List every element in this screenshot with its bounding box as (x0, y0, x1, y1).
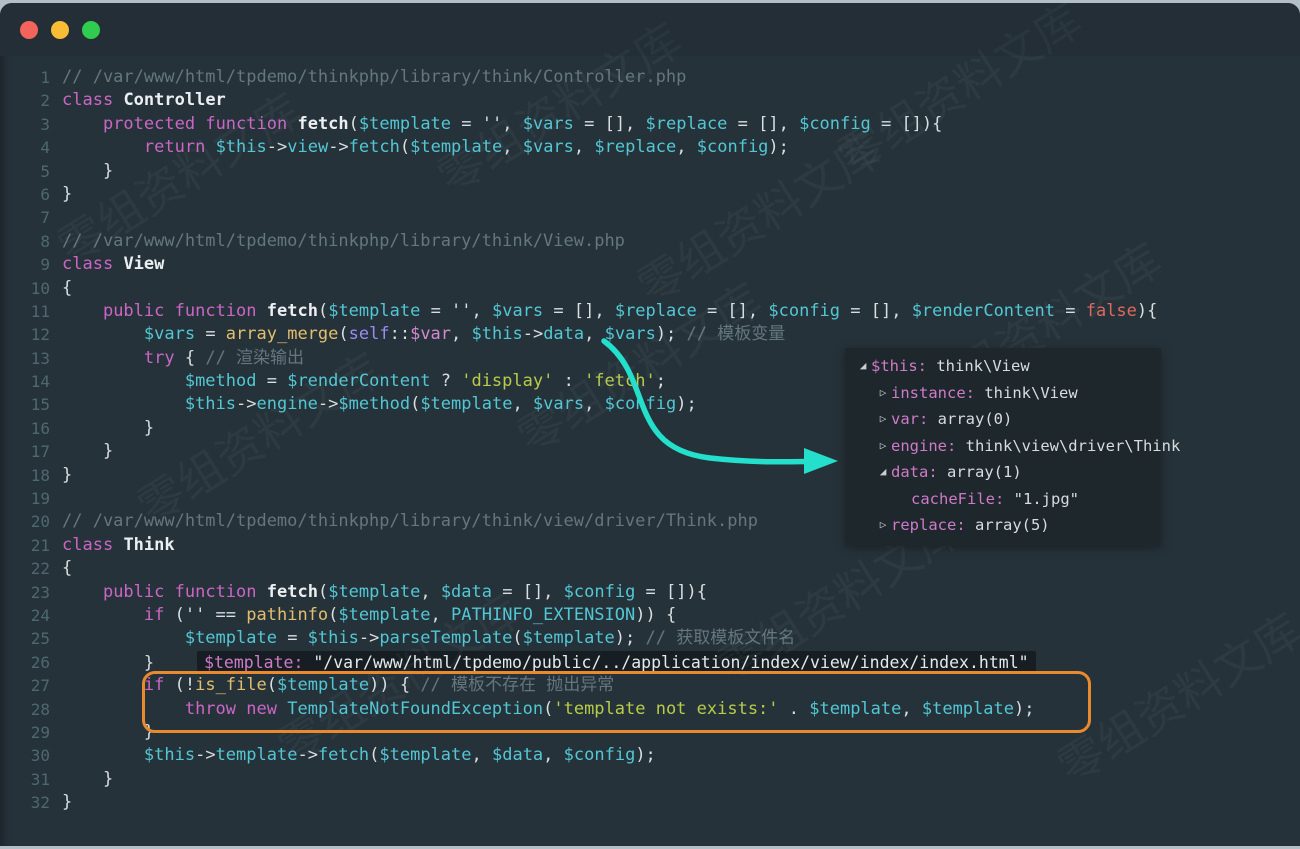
debug-variable-tooltip[interactable]: ◢$this: think\View▷instance: think\View▷… (845, 348, 1161, 546)
line-number: 12 (0, 323, 50, 346)
code-line: 1// /var/www/html/tpdemo/thinkphp/librar… (0, 66, 1300, 89)
collapsed-triangle-icon[interactable]: ▷ (875, 380, 891, 407)
tooltip-key: $this: (871, 353, 927, 380)
line-number: 5 (0, 160, 50, 183)
line-number: 21 (0, 534, 50, 557)
code-line: 23 public function fetch($template, $dat… (0, 581, 1300, 604)
tooltip-key: data: (891, 459, 938, 486)
line-number: 2 (0, 89, 50, 112)
collapsed-triangle-icon[interactable]: ▷ (875, 512, 891, 539)
line-number: 19 (0, 487, 50, 510)
tooltip-row[interactable]: ◢data: array(1) (845, 459, 1161, 486)
code-line: 31 } (0, 768, 1300, 791)
line-number: 4 (0, 136, 50, 159)
code-line: 25 $template = $this->parseTemplate($tem… (0, 627, 1300, 650)
tooltip-row[interactable]: ▷engine: think\view\driver\Think (845, 433, 1161, 460)
collapsed-triangle-icon[interactable]: ▷ (875, 433, 891, 460)
code-line: 7 (0, 206, 1300, 229)
code-line: 8// /var/www/html/tpdemo/thinkphp/librar… (0, 230, 1300, 253)
line-number: 27 (0, 674, 50, 697)
line-number: 3 (0, 113, 50, 136)
tooltip-value: think\view\driver\Think (956, 433, 1180, 460)
tooltip-row[interactable]: ▷var: array(0) (845, 406, 1161, 433)
tooltip-value: think\View (975, 380, 1078, 407)
tooltip-value: array(0) (928, 406, 1012, 433)
minimize-button-icon[interactable] (51, 21, 69, 39)
no-icon (895, 486, 911, 513)
line-number: 9 (0, 253, 50, 276)
code-line: 29 } (0, 721, 1300, 744)
tooltip-value: array(1) (938, 459, 1022, 486)
collapsed-triangle-icon[interactable]: ▷ (875, 406, 891, 433)
line-number: 15 (0, 393, 50, 416)
tooltip-key: replace: (891, 512, 966, 539)
line-number: 25 (0, 627, 50, 650)
tooltip-key: instance: (891, 380, 975, 407)
zoom-button-icon[interactable] (82, 21, 100, 39)
line-number: 32 (0, 791, 50, 814)
tooltip-row[interactable]: ▷instance: think\View (845, 380, 1161, 407)
code-line: 27 if (!is_file($template)) { // 模板不存在 抛… (0, 674, 1300, 697)
expanded-triangle-icon[interactable]: ◢ (855, 353, 871, 380)
line-number: 29 (0, 721, 50, 744)
code-line: 2class Controller (0, 89, 1300, 112)
code-editor-window: 1// /var/www/html/tpdemo/thinkphp/librar… (0, 3, 1300, 846)
code-line: 5 } (0, 160, 1300, 183)
line-number: 31 (0, 768, 50, 791)
line-number: 1 (0, 66, 50, 89)
line-number: 28 (0, 698, 50, 721)
code-line: 22{ (0, 557, 1300, 580)
tooltip-value: think\View (927, 353, 1030, 380)
code-line: 10{ (0, 277, 1300, 300)
line-number: 8 (0, 230, 50, 253)
code-line: 28 throw new TemplateNotFoundException('… (0, 698, 1300, 721)
tooltip-row[interactable]: ◢$this: think\View (845, 353, 1161, 380)
line-number: 18 (0, 464, 50, 487)
close-button-icon[interactable] (20, 21, 38, 39)
line-number: 10 (0, 277, 50, 300)
tooltip-key: cacheFile: (911, 486, 1004, 513)
line-number: 26 (0, 651, 50, 674)
code-line: 12 $vars = array_merge(self::$var, $this… (0, 323, 1300, 346)
code-line: 3 protected function fetch($template = '… (0, 113, 1300, 136)
code-line: 6} (0, 183, 1300, 206)
tooltip-row[interactable]: ▷replace: array(5) (845, 512, 1161, 539)
expanded-triangle-icon[interactable]: ◢ (875, 459, 891, 486)
line-number: 30 (0, 744, 50, 767)
line-number: 13 (0, 347, 50, 370)
code-line: 30 $this->template->fetch($template, $da… (0, 744, 1300, 767)
line-number: 17 (0, 440, 50, 463)
line-number: 24 (0, 604, 50, 627)
line-number: 23 (0, 581, 50, 604)
code-line: 32} (0, 791, 1300, 814)
tooltip-key: var: (891, 406, 928, 433)
code-line: 11 public function fetch($template = '',… (0, 300, 1300, 323)
line-number: 16 (0, 417, 50, 440)
code-line: 9class View (0, 253, 1300, 276)
window-titlebar (0, 3, 1300, 56)
line-number: 20 (0, 510, 50, 533)
line-number: 14 (0, 370, 50, 393)
tooltip-key: engine: (891, 433, 956, 460)
tooltip-row: cacheFile: "1.jpg" (845, 486, 1161, 513)
tooltip-value: array(5) (966, 512, 1050, 539)
code-line: 4 return $this->view->fetch($template, $… (0, 136, 1300, 159)
line-number: 11 (0, 300, 50, 323)
code-line: 26 } $template: "/var/www/html/tpdemo/pu… (0, 651, 1300, 674)
line-number: 22 (0, 557, 50, 580)
line-number: 6 (0, 183, 50, 206)
tooltip-value: "1.jpg" (1004, 486, 1079, 513)
line-number: 7 (0, 206, 50, 229)
inline-debug-value-chip: $template: "/var/www/html/tpdemo/public/… (197, 651, 1036, 674)
code-line: 24 if ('' == pathinfo($template, PATHINF… (0, 604, 1300, 627)
